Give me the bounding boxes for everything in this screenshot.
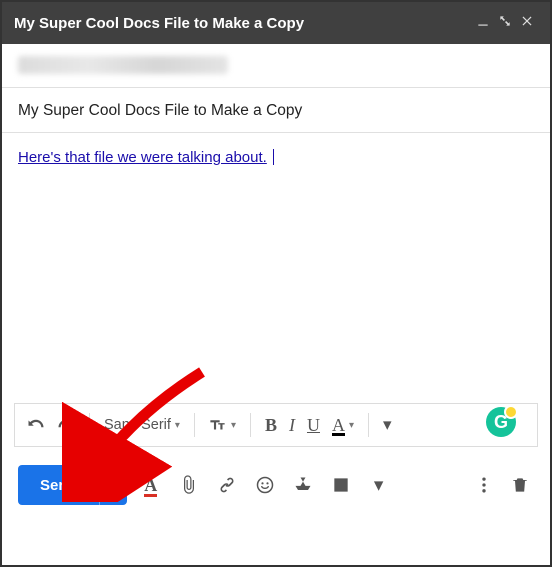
close-icon[interactable] [516,14,538,33]
attach-file-icon[interactable] [175,471,203,499]
send-options-button[interactable]: ▼ [99,465,127,505]
insert-link-icon[interactable] [213,471,241,499]
more-options-button-2[interactable]: ▾ [365,471,393,499]
italic-button[interactable]: I [285,411,299,440]
more-menu-icon[interactable] [470,471,498,499]
recipient-chip [18,56,228,74]
compose-titlebar: My Super Cool Docs File to Make a Copy [2,2,550,44]
redo-button[interactable] [53,412,79,438]
body-link[interactable]: Here's that file we were talking about. [18,149,267,166]
more-formatting-button[interactable]: ▾ [379,411,396,439]
subject-field[interactable]: My Super Cool Docs File to Make a Copy [2,88,550,133]
font-family-select[interactable]: Sans Serif [100,413,184,437]
text-color-button-2[interactable]: A [137,471,165,499]
recipients-field[interactable] [2,44,550,88]
message-body[interactable]: Here's that file we were talking about. [2,133,550,403]
discard-draft-icon[interactable] [506,471,534,499]
minimize-icon[interactable] [472,14,494,33]
insert-drive-icon[interactable] [289,471,317,499]
action-bar: Send ▼ A ▾ [2,457,550,513]
formatting-toolbar: Sans Serif B I U A ▾ [14,403,538,447]
send-button[interactable]: Send [18,477,99,494]
text-cursor [269,149,274,165]
underline-button[interactable]: U [303,411,324,440]
grammarly-icon[interactable]: G [486,407,516,437]
send-button-group: Send ▼ [18,465,127,505]
insert-photo-icon[interactable] [327,471,355,499]
fullscreen-icon[interactable] [494,14,516,33]
undo-button[interactable] [23,412,49,438]
insert-emoji-icon[interactable] [251,471,279,499]
font-size-select[interactable] [205,412,240,438]
bold-button[interactable]: B [261,411,281,440]
compose-title: My Super Cool Docs File to Make a Copy [14,15,304,32]
text-color-button[interactable]: A [328,411,358,440]
